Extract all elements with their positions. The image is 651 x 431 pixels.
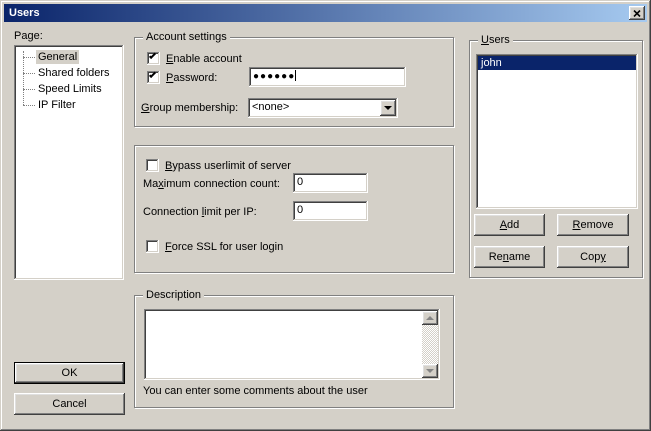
ok-button[interactable]: OK [14,362,125,384]
cancel-button[interactable]: Cancel [14,393,125,415]
tree-item-speed-limits[interactable]: Speed Limits [14,81,124,97]
connection-limit-per-ip-input[interactable]: 0 [293,201,368,221]
password-masked-value: ●●●●●● [253,71,295,82]
enable-account-checkbox[interactable] [147,52,160,65]
users-listbox[interactable]: john [476,54,638,209]
close-icon [633,10,641,17]
page-label: Page: [14,30,43,42]
user-list-item[interactable]: john [478,56,636,70]
max-connection-count-label: Maximum connection count: [143,178,280,190]
page-tree: General Shared folders Speed Limits IP F… [14,45,124,280]
max-connection-count-input[interactable]: 0 [293,173,368,193]
bypass-userlimit-label: Bypass userlimit of server [165,160,291,172]
add-user-button[interactable]: Add [474,214,545,236]
description-group: Description You can enter some comments … [134,295,454,408]
checkmark-icon [149,71,156,78]
tree-connector [23,57,35,58]
text-caret [295,70,296,81]
users-dialog: Users Page: General Shared folders Speed… [0,0,651,431]
copy-user-button[interactable]: Copy [557,246,629,268]
force-ssl-checkbox[interactable] [146,240,159,253]
password-input[interactable]: ●●●●●● [249,67,406,87]
description-title: Description [143,290,204,301]
users-group: Users john Add Remove Rename Copy [469,40,643,278]
connection-limit-per-ip-label: Connection limit per IP: [143,206,257,218]
window-title: Users [9,7,40,19]
remove-user-button[interactable]: Remove [557,214,629,236]
description-textarea[interactable] [144,309,440,380]
account-settings-title: Account settings [143,32,230,43]
password-label: Password: [166,72,217,84]
dropdown-arrow-button[interactable] [380,100,396,116]
users-group-title: Users [478,35,513,46]
group-membership-value: <none> [252,101,289,113]
description-hint: You can enter some comments about the us… [143,385,368,397]
tree-item-general[interactable]: General [14,49,124,65]
force-ssl-label: Force SSL for user login [165,241,283,253]
tree-item-shared-folders[interactable]: Shared folders [14,65,124,81]
description-scrollbar[interactable] [422,311,438,378]
password-checkbox[interactable] [147,71,160,84]
rename-user-button[interactable]: Rename [474,246,545,268]
connection-limits-group: Bypass userlimit of server Maximum conne… [134,145,454,273]
checkmark-icon [149,52,156,59]
group-membership-label: Group membership: [141,102,238,114]
group-membership-dropdown[interactable]: <none> [248,98,398,118]
bypass-userlimit-checkbox[interactable] [146,159,159,172]
account-settings-group: Account settings Enable account Password… [134,37,454,127]
triangle-down-icon [426,369,434,377]
scroll-down-button[interactable] [422,364,438,378]
close-button[interactable] [629,6,645,20]
tree-item-ip-filter[interactable]: IP Filter [14,97,124,113]
titlebar[interactable]: Users [4,4,647,22]
scroll-up-button[interactable] [422,311,438,325]
tree-connector [23,105,35,106]
tree-connector [23,73,35,74]
triangle-up-icon [426,312,434,320]
chevron-down-icon [384,106,392,114]
tree-connector [23,89,35,90]
enable-account-label: Enable account [166,53,242,65]
